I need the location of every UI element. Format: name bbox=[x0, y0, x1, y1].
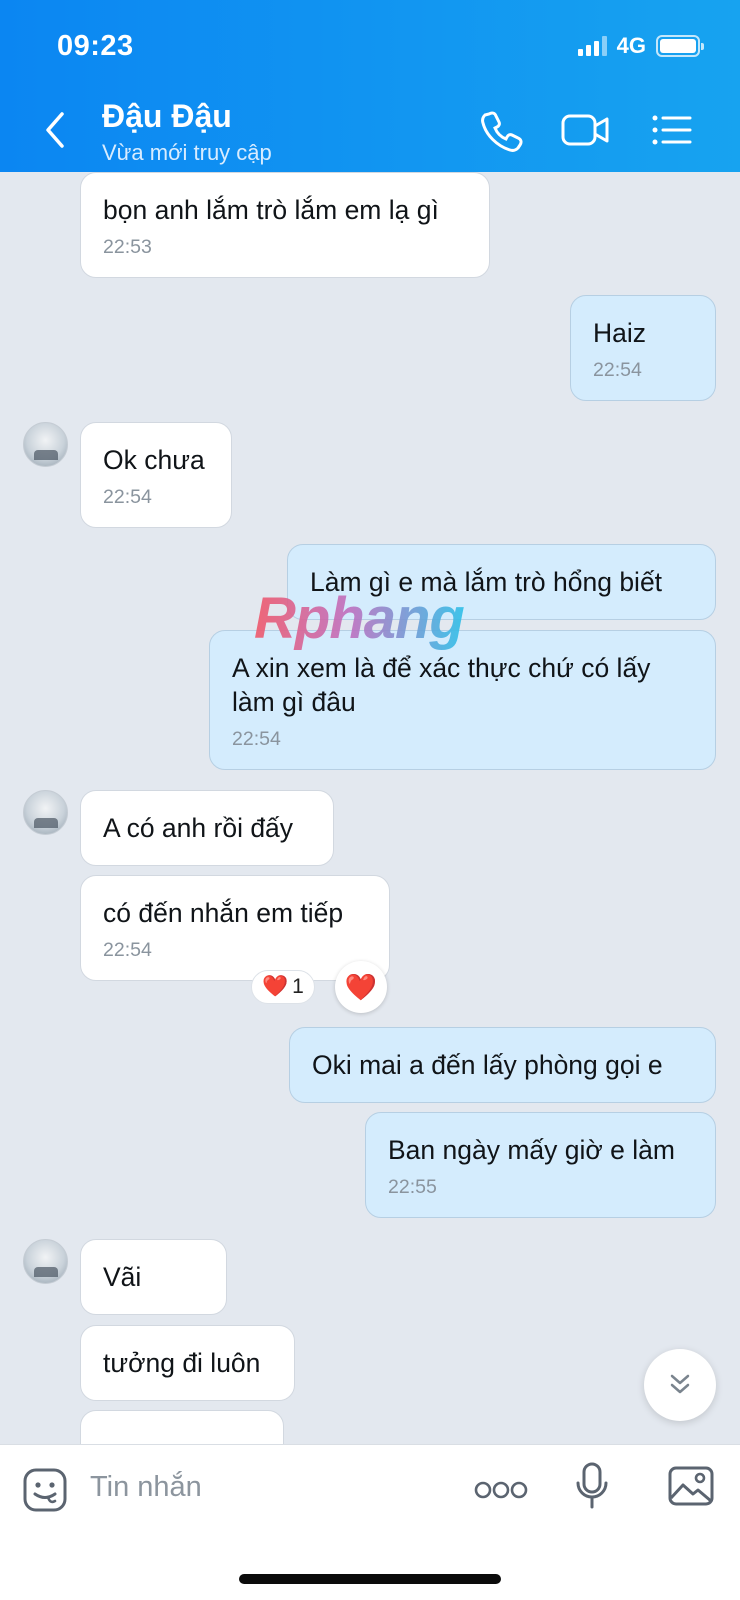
contact-name[interactable]: Đậu Đậu bbox=[102, 98, 232, 135]
video-call-icon[interactable] bbox=[560, 108, 612, 152]
heart-icon: ❤️ bbox=[262, 975, 289, 998]
contact-status: Vừa mới truy cập bbox=[102, 140, 272, 165]
image-icon[interactable] bbox=[667, 1465, 715, 1507]
message-text: Oki mai a đến lấy phòng gọi e bbox=[312, 1050, 663, 1080]
message-bubble-outgoing[interactable]: Haiz 22:54 bbox=[570, 295, 716, 401]
avatar[interactable] bbox=[23, 422, 68, 467]
message-bubble-outgoing[interactable]: Ban ngày mấy giờ e làm 22:55 bbox=[365, 1112, 716, 1218]
message-time: 22:54 bbox=[593, 359, 642, 381]
message-text: Haiz bbox=[593, 318, 647, 348]
chat-header: 09:23 4G Đậu Đậu Vừa mới truy cập bbox=[0, 0, 740, 172]
message-text: tưởng đi luôn bbox=[103, 1348, 261, 1378]
back-icon[interactable] bbox=[38, 108, 74, 152]
message-text: có đến nhắn em tiếp bbox=[103, 898, 344, 928]
microphone-icon[interactable] bbox=[574, 1461, 610, 1511]
heart-icon: ❤️ bbox=[344, 971, 378, 1002]
message-time: 22:54 bbox=[232, 728, 281, 750]
battery-icon bbox=[656, 35, 704, 57]
message-text: A xin xem là để xác thực chứ có lấy làm … bbox=[232, 653, 651, 717]
message-text: Ok chưa bbox=[103, 445, 205, 475]
message-time: 22:55 bbox=[388, 1176, 437, 1198]
message-time: 22:53 bbox=[103, 236, 152, 258]
message-text: A có anh rồi đấy bbox=[103, 813, 294, 843]
message-bubble-incoming-partial[interactable] bbox=[80, 1410, 284, 1444]
message-time: 22:54 bbox=[103, 486, 152, 508]
message-input[interactable]: Tin nhắn bbox=[90, 1471, 202, 1504]
message-text: Ban ngày mấy giờ e làm bbox=[388, 1135, 675, 1165]
home-indicator bbox=[239, 1574, 501, 1584]
message-bubble-incoming[interactable]: A có anh rồi đấy bbox=[80, 790, 334, 866]
message-bubble-incoming[interactable]: Ok chưa 22:54 bbox=[80, 422, 232, 528]
network-label: 4G bbox=[616, 33, 646, 58]
menu-list-icon[interactable] bbox=[648, 108, 700, 152]
message-bubble-incoming[interactable]: bọn anh lắm trò lắm em lạ gì 22:53 bbox=[80, 172, 490, 278]
watermark-logo: Rphang bbox=[254, 586, 465, 651]
message-bubble-incoming[interactable]: có đến nhắn em tiếp 22:54 bbox=[80, 875, 390, 981]
more-icon[interactable] bbox=[474, 1479, 528, 1501]
message-bubble-outgoing[interactable]: Oki mai a đến lấy phòng gọi e bbox=[289, 1027, 716, 1103]
message-bubble-incoming[interactable]: tưởng đi luôn bbox=[80, 1325, 295, 1401]
signal-icon bbox=[577, 36, 607, 56]
react-button[interactable]: ❤️ bbox=[335, 961, 387, 1013]
status-time: 09:23 bbox=[57, 30, 134, 62]
phone-icon[interactable] bbox=[478, 108, 530, 152]
scroll-to-bottom-button[interactable] bbox=[644, 1349, 716, 1421]
reaction-count: 1 bbox=[292, 975, 304, 998]
message-bubble-incoming[interactable]: Vãi bbox=[80, 1239, 227, 1315]
chevron-double-down-icon bbox=[670, 1374, 690, 1394]
avatar[interactable] bbox=[23, 790, 68, 835]
message-list[interactable]: bọn anh lắm trò lắm em lạ gì 22:53 Haiz … bbox=[0, 172, 740, 1444]
message-time: 22:54 bbox=[103, 939, 152, 961]
reaction-summary[interactable]: ❤️ 1 bbox=[251, 970, 315, 1004]
message-composer: Tin nhắn bbox=[0, 1444, 740, 1600]
message-text: bọn anh lắm trò lắm em lạ gì bbox=[103, 195, 439, 225]
message-text: Vãi bbox=[103, 1262, 142, 1292]
sticker-icon[interactable] bbox=[22, 1467, 68, 1513]
status-icons: 4G bbox=[577, 33, 704, 59]
avatar[interactable] bbox=[23, 1239, 68, 1284]
